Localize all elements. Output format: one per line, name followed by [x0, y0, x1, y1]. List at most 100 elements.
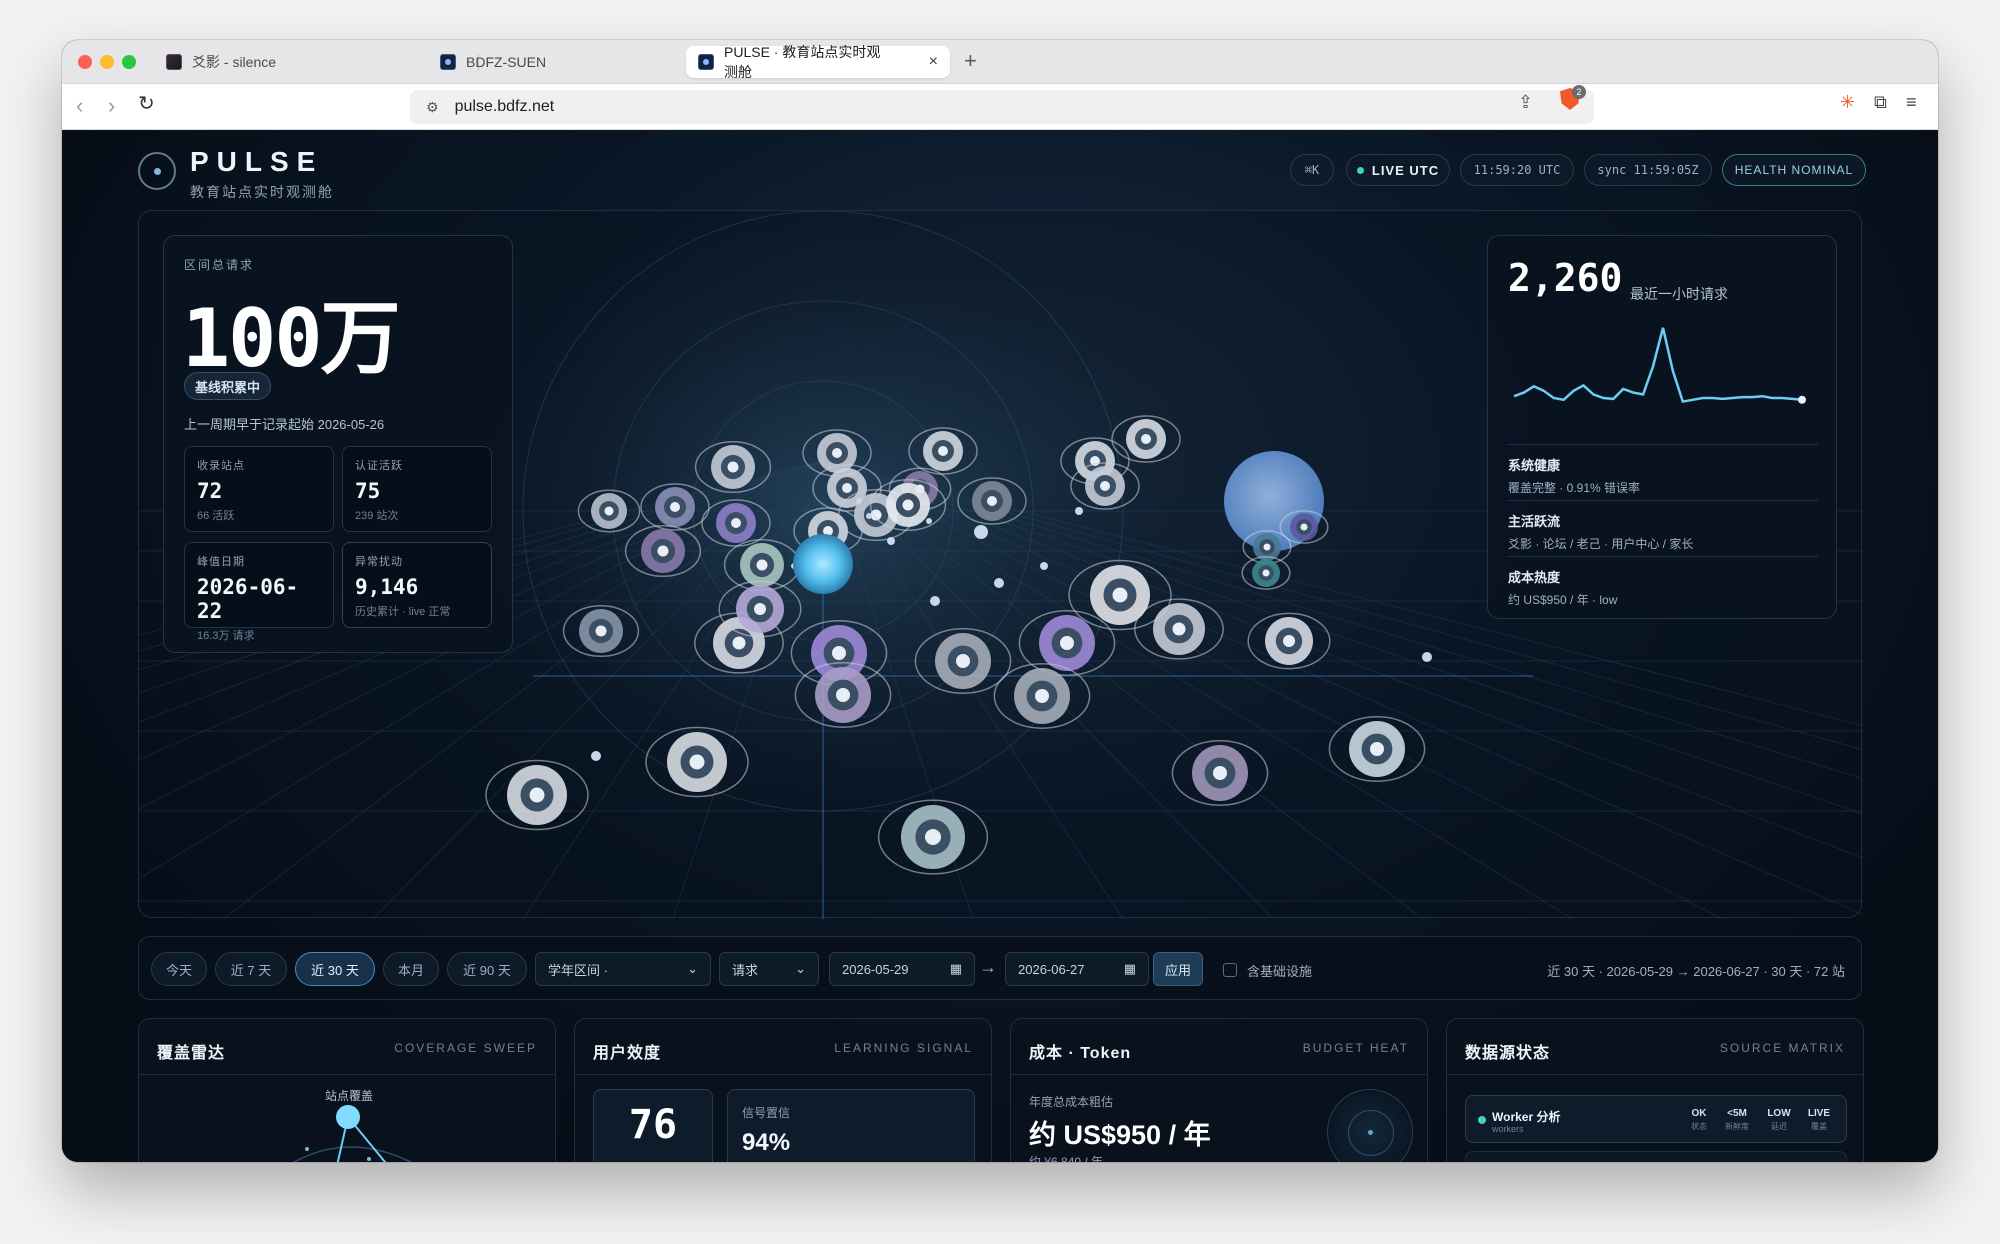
- core-node[interactable]: [793, 534, 853, 594]
- stat-label: 异常扰动: [355, 556, 403, 568]
- stat-sub: 239 站次: [355, 510, 399, 522]
- hourly-sparkline: [1513, 327, 1806, 404]
- source-key: workers: [1492, 1124, 1524, 1134]
- site-node[interactable]: [1328, 716, 1426, 782]
- tab-bdfz-suen[interactable]: BDFZ-SUEN: [428, 46, 728, 78]
- tab-title: PULSE · 教育站点实时观测舱: [724, 44, 881, 80]
- budget-panel: 成本 · Token BUDGET HEAT 年度总成本粗估 约 US$950 …: [1010, 1018, 1428, 1162]
- date-from-input[interactable]: 2026-05-29 ▦: [829, 952, 975, 986]
- signal-particle: [926, 518, 932, 524]
- signal-particle: [887, 537, 895, 545]
- apply-button[interactable]: 应用: [1153, 952, 1203, 986]
- close-tab-icon[interactable]: ×: [929, 53, 938, 71]
- row-title: 主活跃流: [1508, 514, 1561, 529]
- source-row-workers[interactable]: Worker 分析 workers OK 状态 <5M 新鲜度 LOW 延迟 LIVE…: [1465, 1095, 1847, 1143]
- signal-particle: [866, 513, 872, 519]
- live-status-dot: [1356, 166, 1364, 174]
- source-status-dot: [1478, 1116, 1486, 1124]
- close-window-button[interactable]: [78, 55, 92, 69]
- tab-pulse[interactable]: PULSE · 教育站点实时观测舱 ×: [686, 44, 950, 80]
- chevron-down-icon: ⌄: [795, 961, 806, 976]
- include-infra-label[interactable]: 含基础设施: [1247, 961, 1312, 980]
- source-row[interactable]: [1465, 1151, 1847, 1162]
- stat-sub: 66 活跃: [197, 510, 235, 522]
- signal-particle: [1422, 652, 1432, 662]
- calendar-icon[interactable]: ▦: [1124, 961, 1136, 977]
- range-chip-today[interactable]: 今天: [151, 952, 207, 986]
- browser-toolbar: ‹ › ↻ ⚙ pulse.bdfz.net ⇪: [62, 84, 1938, 130]
- address-bar[interactable]: ⚙ pulse.bdfz.net: [410, 90, 1594, 124]
- range-chip-90d[interactable]: 近 90 天: [447, 952, 527, 986]
- site-node[interactable]: [877, 799, 989, 875]
- coverage-node[interactable]: [336, 1105, 360, 1129]
- extensions-icon[interactable]: ⧉: [1874, 92, 1887, 113]
- date-value: 2026-05-29: [842, 961, 909, 977]
- signal-confidence: 信号置信 94%: [727, 1089, 975, 1162]
- metric-select[interactable]: 请求 ⌄: [719, 952, 819, 986]
- period-note: 上一周期早于记录起始 2026-05-26: [184, 417, 385, 432]
- zoom-window-button[interactable]: [122, 55, 136, 69]
- stat-sites: 收录站点 72 66 活跃: [184, 446, 334, 532]
- ai-assistant-icon[interactable]: ✳: [1840, 92, 1855, 113]
- site-node[interactable]: [485, 759, 589, 831]
- stat-label: 认证活跃: [355, 460, 403, 472]
- include-infra-checkbox[interactable]: [1223, 963, 1237, 977]
- source-stat-coverage: LIVE 覆盖: [1807, 1108, 1831, 1131]
- tab-silence[interactable]: 爻影 - silence: [154, 46, 474, 78]
- site-node[interactable]: [1241, 556, 1291, 590]
- share-icon[interactable]: ⇪: [1518, 92, 1533, 113]
- panel-tag: SOURCE MATRIX: [1719, 1041, 1845, 1055]
- row-sub: 爻影 · 论坛 / 老己 · 用户中心 / 家长: [1508, 537, 1694, 551]
- row-title: 成本热度: [1508, 570, 1561, 585]
- brand-subtitle: 教育站点实时观测舱: [190, 184, 334, 200]
- pulse-logo-icon: [138, 152, 176, 190]
- row-sub: 约 US$950 / 年 · low: [1508, 593, 1618, 607]
- site-node[interactable]: [1247, 612, 1331, 670]
- tab-title: BDFZ-SUEN: [466, 54, 547, 70]
- constellation-stage: 区间总请求 100万 基线积累中 上一周期早于记录起始 2026-05-26 收…: [138, 210, 1863, 919]
- cost-heat-row: 成本热度 约 US$950 / 年 · low: [1508, 556, 1818, 608]
- panel-tag: BUDGET HEAT: [1302, 1041, 1409, 1055]
- range-chip-30d[interactable]: 近 30 天: [295, 952, 375, 986]
- pulse-app: PULSE 教育站点实时观测舱 ⌘K LIVE UTC 11:59:20 UTC…: [62, 130, 1938, 1162]
- tab-bar: 爻影 - silence BDFZ-SUEN PULSE · 教育站点实时观测舱…: [62, 40, 1938, 84]
- utc-clock: 11:59:20 UTC: [1460, 154, 1574, 186]
- term-range-select[interactable]: 学年区间 · ⌄: [535, 952, 711, 986]
- date-to-input[interactable]: 2026-06-27 ▦: [1005, 952, 1149, 986]
- range-chip-month[interactable]: 本月: [383, 952, 439, 986]
- panel-tag: LEARNING SIGNAL: [834, 1041, 973, 1055]
- coverage-panel: 覆盖雷达 COVERAGE SWEEP 站点覆盖: [138, 1018, 556, 1162]
- forward-icon[interactable]: ›: [108, 93, 115, 119]
- back-icon[interactable]: ‹: [76, 93, 83, 119]
- kpi-card: 区间总请求 100万 基线积累中 上一周期早于记录起始 2026-05-26 收…: [163, 235, 513, 653]
- menu-icon[interactable]: ≡: [1906, 92, 1917, 113]
- live-utc-indicator: LIVE UTC: [1346, 154, 1450, 186]
- pulse-favicon-icon: [698, 54, 714, 70]
- budget-heat-gauge: [1327, 1089, 1413, 1162]
- stat-value: 9,146: [355, 575, 419, 599]
- hourly-requests-label: 最近一小时请求: [1630, 286, 1728, 302]
- range-chip-7d[interactable]: 近 7 天: [215, 952, 287, 986]
- trend-card: 2,260 最近一小时请求 系统健康 覆盖完整 · 0.91% 错误率 主活跃流…: [1487, 235, 1837, 619]
- new-tab-button[interactable]: +: [964, 48, 977, 74]
- source-stat-status: OK 状态: [1691, 1108, 1707, 1131]
- stat-sub: 历史累计 · live 正常: [355, 606, 451, 618]
- site-favicon-icon: [166, 54, 182, 70]
- baseline-badge: 基线积累中: [184, 372, 272, 400]
- site-settings-icon[interactable]: ⚙: [426, 99, 439, 116]
- health-status-badge: HEALTH NOMINAL: [1722, 154, 1866, 186]
- arrow-right-icon: →: [979, 957, 997, 977]
- site-node[interactable]: [1171, 740, 1269, 806]
- calendar-icon[interactable]: ▦: [950, 961, 962, 977]
- source-matrix-panel: 数据源状态 SOURCE MATRIX Worker 分析 workers OK…: [1446, 1018, 1864, 1162]
- coverage-radar: [292, 1105, 413, 1162]
- total-requests-label: 区间总请求: [184, 258, 255, 272]
- signal-particle: [1075, 507, 1083, 515]
- effectiveness-score: 76: [593, 1089, 713, 1162]
- system-health-row: 系统健康 覆盖完整 · 0.91% 错误率: [1508, 444, 1818, 496]
- reload-icon[interactable]: ↻: [138, 91, 155, 116]
- command-palette-button[interactable]: ⌘K: [1290, 154, 1334, 186]
- signal-value: 94%: [742, 1129, 791, 1156]
- minimize-window-button[interactable]: [100, 55, 114, 69]
- annual-cost-value: 约 US$950 / 年: [1029, 1120, 1211, 1150]
